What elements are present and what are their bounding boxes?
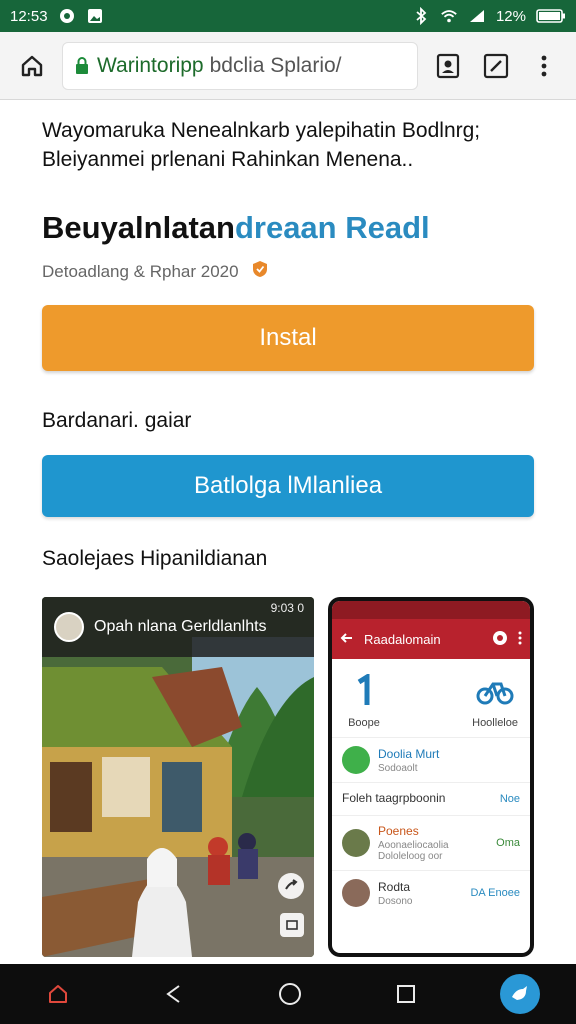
screenshots-heading: Saolejaes Hipanildianan: [42, 547, 268, 570]
tabs-icon[interactable]: [478, 48, 514, 84]
avatar: [342, 879, 370, 907]
list-item: Doolia Murt Sodoaolt: [332, 737, 530, 782]
phone-app-bar: Raadalomain: [332, 619, 530, 659]
circle-home-icon[interactable]: [268, 972, 312, 1016]
list-item-text: Doolia Murt Sodoaolt: [378, 747, 512, 774]
browser-toolbar: Warintoripp bdclia Splario/: [0, 32, 576, 100]
tile-label: Hoolleloe: [472, 717, 518, 729]
more-icon[interactable]: [526, 48, 562, 84]
avatar: [54, 612, 84, 642]
avatar: [342, 829, 370, 857]
status-right: 12%: [412, 7, 566, 25]
app-title: Beuyalnlatandreaan Readl: [42, 210, 534, 246]
secondary-button[interactable]: Batlolga lMlanliea: [42, 455, 534, 517]
url-bar[interactable]: Warintoripp bdclia Splario/: [62, 41, 418, 90]
list-item-name: Foleh taagrpboonin: [342, 791, 446, 805]
list-item-sub: Sodoaolt: [378, 762, 418, 774]
app-meta-text: Detoadlang & Rphar 2020: [42, 261, 239, 281]
phone-status-bar: [332, 601, 530, 619]
system-nav-bar: [0, 964, 576, 1024]
phone-tiles: Boope Hoolleloe: [332, 659, 530, 737]
list-item-text: Rodta Dosono: [378, 880, 462, 907]
app-title-accent: dreaan Readl: [234, 210, 430, 245]
list-item-sub: Dosono: [378, 895, 413, 907]
list-item: Rodta Dosono DA Enoee: [332, 870, 530, 915]
screenshot-phone[interactable]: Raadalomain Boope Hoolleloe Doolia Murt …: [328, 597, 534, 957]
back-icon[interactable]: [152, 972, 196, 1016]
reader-icon[interactable]: [430, 48, 466, 84]
fab-bird-icon[interactable]: [500, 974, 540, 1014]
app-meta: Detoadlang & Rphar 2020: [42, 260, 534, 283]
lock-icon: [73, 55, 91, 77]
signal-icon: [468, 7, 486, 25]
search-icon: [492, 630, 508, 649]
shield-badge-icon: [251, 260, 269, 283]
battery-icon: [536, 7, 566, 25]
photo-caption: Opah nlana Gerldlanlhts: [94, 618, 267, 635]
list-item-right: Noe: [499, 793, 520, 805]
chat-icon: [342, 746, 370, 774]
list-item-sub: Aoonaeliocaolia Dololeloog oor: [378, 840, 449, 862]
status-bar: 12:53 12%: [0, 0, 576, 32]
app-title-main: Beuyalnlatan: [42, 210, 235, 245]
battery-percent: 12%: [495, 7, 526, 25]
list-item-right: Oma: [496, 837, 520, 849]
tile-label: Boope: [348, 717, 380, 729]
card-icon[interactable]: [280, 913, 304, 937]
page-description: Wayomaruka Nenealnkarb yalepihatin Bodln…: [42, 119, 481, 171]
image-icon: [86, 7, 104, 25]
status-time: 12:53: [10, 7, 48, 25]
url-path: bdclia Splario/: [209, 53, 342, 77]
back-arrow-icon: [340, 631, 354, 648]
list-item-name: Poenes: [378, 824, 419, 838]
bluetooth-icon: [412, 7, 430, 25]
photo-time: 9:03 0: [270, 601, 304, 615]
phone-app-title: Raadalomain: [364, 631, 441, 647]
more-icon: [518, 631, 522, 648]
list-item-text: Foleh taagrpboonin: [342, 791, 492, 807]
list-item-right: DA Enoee: [470, 887, 520, 899]
list-item-name: Doolia Murt: [378, 746, 440, 761]
recents-icon[interactable]: [384, 972, 428, 1016]
bicycle-icon: [475, 673, 515, 709]
number-one-icon: [344, 673, 384, 709]
notification-icon: [58, 7, 76, 25]
home-icon[interactable]: [14, 48, 50, 84]
tile: Hoolleloe: [472, 673, 518, 729]
url-host: Warintoripp: [97, 53, 204, 77]
section-label: Bardanari. gaiar: [42, 409, 192, 432]
list-item-text: Poenes Aoonaeliocaolia Dololeloog oor: [378, 824, 488, 862]
page-content: Wayomaruka Nenealnkarb yalepihatin Bodln…: [0, 100, 576, 964]
install-button[interactable]: Instal: [42, 305, 534, 371]
phone-screen: Raadalomain Boope Hoolleloe Doolia Murt …: [332, 601, 530, 953]
home-icon[interactable]: [36, 972, 80, 1016]
list-item-name: Rodta: [378, 879, 411, 894]
screenshots-row[interactable]: Opah nlana Gerldlanlhts 9:03 0 Raadaloma…: [42, 597, 534, 957]
list-item: Poenes Aoonaeliocaolia Dololeloog oor Om…: [332, 815, 530, 870]
share-icon[interactable]: [278, 873, 304, 899]
screenshot-photo[interactable]: Opah nlana Gerldlanlhts 9:03 0: [42, 597, 314, 957]
list-item: Foleh taagrpboonin Noe: [332, 782, 530, 815]
status-left: 12:53: [10, 7, 104, 25]
wifi-icon: [440, 7, 458, 25]
tile: Boope: [344, 673, 384, 729]
